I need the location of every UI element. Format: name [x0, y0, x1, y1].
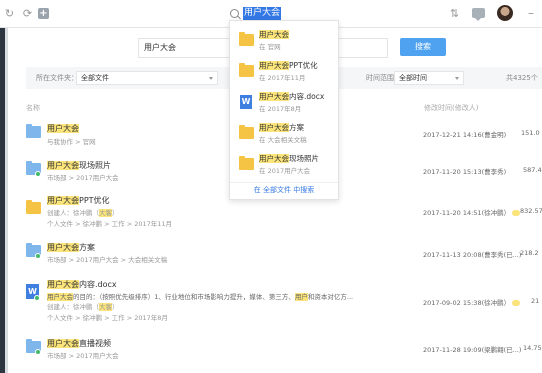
file-size: 151.0 — [521, 129, 540, 137]
modified-time: 2017-11-13 20:08(曹李秀(已...) — [423, 251, 522, 259]
suggestion-title: 用户大会 — [259, 30, 289, 39]
modified-time: 2017-09-02 15:38(徐冲鹏） — [423, 297, 521, 307]
minimize-icon[interactable]: – — [528, 6, 534, 20]
time-filter-label: 时间范围 — [366, 74, 394, 82]
file-path: 市场部 > 2017用户大会 — [47, 352, 119, 360]
modified-time: 2017-12-21 14:16(曹金明) — [423, 131, 507, 139]
modified-time: 2017-11-20 15:13(曹李秀) — [423, 168, 507, 176]
suggestion-location: 在 大会相关文稿 — [259, 136, 307, 144]
folder-icon — [239, 32, 254, 46]
creator: 创建人：徐冲鹏（大客） — [47, 303, 119, 311]
suggestion-item[interactable]: 用户大会 在 官网 — [230, 25, 338, 56]
file-path: 市场部 > 2017用户大会 > 大会相关文稿 — [47, 256, 168, 264]
shared-badge-icon — [35, 171, 41, 177]
suggestion-location: 在 2017用户大会 — [259, 167, 311, 175]
creator: 创建人：徐冲鹏（大客） — [47, 209, 119, 217]
file-size: 14.75 — [523, 344, 542, 352]
file-path: 与我协作 > 官网 — [47, 138, 96, 146]
table-row[interactable]: 用户大会方案 市场部 > 2017用户大会 > 大会相关文稿 2017-11-1… — [26, 240, 542, 268]
column-name-header[interactable]: 名称 — [26, 103, 40, 113]
back-arrow-icon[interactable]: ↻ — [3, 7, 16, 20]
shared-badge-icon — [35, 253, 41, 259]
table-row[interactable]: 用户大会直播视频 市场部 > 2017用户大会 2017-11-28 19:09… — [26, 336, 542, 364]
modified-time: 2017-11-28 19:09(梁鹏翱(已...) — [423, 346, 522, 354]
folder-icon — [239, 125, 254, 139]
suggestion-location: 在 官网 — [259, 43, 281, 51]
file-name: 用户大会方案 — [47, 243, 95, 252]
sort-icon[interactable]: ⇅ — [448, 7, 461, 20]
suggestion-title: 用户大会内容.docx — [259, 92, 325, 101]
add-icon[interactable]: + — [38, 8, 49, 19]
content-snippet: 用户大会的目的：（按照优先级排序）1、行业地位和市场影响力提升，媒体、第三方、用… — [47, 293, 354, 301]
time-filter-value: 全部时间 — [399, 74, 427, 82]
file-name: 用户大会内容.docx — [47, 280, 117, 289]
suggestion-location: 在 2017年8月 — [259, 105, 302, 113]
suggestion-item[interactable]: W 用户大会内容.docx 在 2017年8月 — [230, 87, 338, 118]
user-tag-badge — [512, 210, 521, 216]
suggestion-location: 在 2017年11月 — [259, 74, 306, 82]
suggestion-title: 用户大会现场照片 — [259, 154, 319, 163]
shared-badge-icon — [34, 295, 40, 301]
top-search-input[interactable]: 用户大会 — [243, 7, 282, 20]
folder-filter-select[interactable]: 全部文件 — [76, 71, 218, 85]
file-name: 用户大会现场照片 — [47, 161, 111, 170]
suggestion-item[interactable]: 用户大会PPT优化 在 2017年11月 — [230, 56, 338, 87]
user-tag-badge — [512, 300, 521, 306]
suggestion-item[interactable]: 用户大会现场照片 在 2017用户大会 — [230, 149, 338, 180]
file-path: 个人文件 > 徐冲鹏 > 工作 > 2017年8月 — [47, 314, 168, 322]
refresh-icon[interactable]: ⟳ — [21, 7, 34, 20]
file-size: 832.57 — [520, 207, 542, 215]
folder-icon — [239, 63, 254, 77]
search-icon — [230, 9, 239, 18]
folder-icon — [239, 156, 254, 170]
shared-folder-icon — [26, 124, 41, 138]
search-suggestions-dropdown: 用户大会 在 官网 用户大会PPT优化 在 2017年11月 W 用户大会内容.… — [229, 20, 339, 200]
result-count: 共4325个 — [506, 74, 538, 82]
shared-badge-icon — [35, 349, 41, 355]
suggestion-item[interactable]: 用户大会方案 在 大会相关文稿 — [230, 118, 338, 149]
file-path: 个人文件 > 徐冲鹏 > 工作 > 2017年11月 — [47, 220, 173, 228]
message-icon[interactable] — [472, 8, 485, 21]
folder-filter-label: 所在文件夹： — [36, 74, 78, 82]
table-row[interactable]: W 用户大会内容.docx 用户大会的目的：（按照优先级排序）1、行业地位和市场… — [26, 277, 542, 325]
folder-filter-value: 全部文件 — [81, 74, 109, 82]
search-button[interactable]: 搜索 — [400, 38, 446, 56]
file-name: 用户大会 — [47, 124, 79, 133]
suggestion-title: 用户大会方案 — [259, 123, 304, 132]
column-modified-header[interactable]: 修改时间(修改人) — [424, 103, 478, 113]
word-doc-icon: W — [240, 95, 252, 109]
suggestion-title: 用户大会PPT优化 — [259, 61, 318, 70]
file-name: 用户大会直播视频 — [47, 339, 111, 348]
file-size: 218.2 — [520, 249, 539, 257]
file-size: 587.4 — [523, 166, 542, 174]
file-name: 用户大会PPT优化 — [47, 196, 110, 205]
search-all-files-link[interactable]: 在 全部文件 中搜索 — [230, 185, 338, 195]
avatar[interactable] — [497, 5, 513, 21]
chevron-down-icon — [455, 77, 459, 80]
folder-icon — [26, 200, 41, 214]
divider — [230, 182, 338, 183]
chevron-down-icon — [209, 77, 213, 80]
file-path: 市场部 > 2017用户大会 — [47, 174, 119, 182]
time-filter-select[interactable]: 全部时间 — [394, 71, 464, 85]
modified-time: 2017-11-20 14:51(徐冲鹏） — [423, 207, 521, 217]
file-size: 21 — [531, 297, 540, 305]
left-sidebar — [0, 28, 5, 373]
